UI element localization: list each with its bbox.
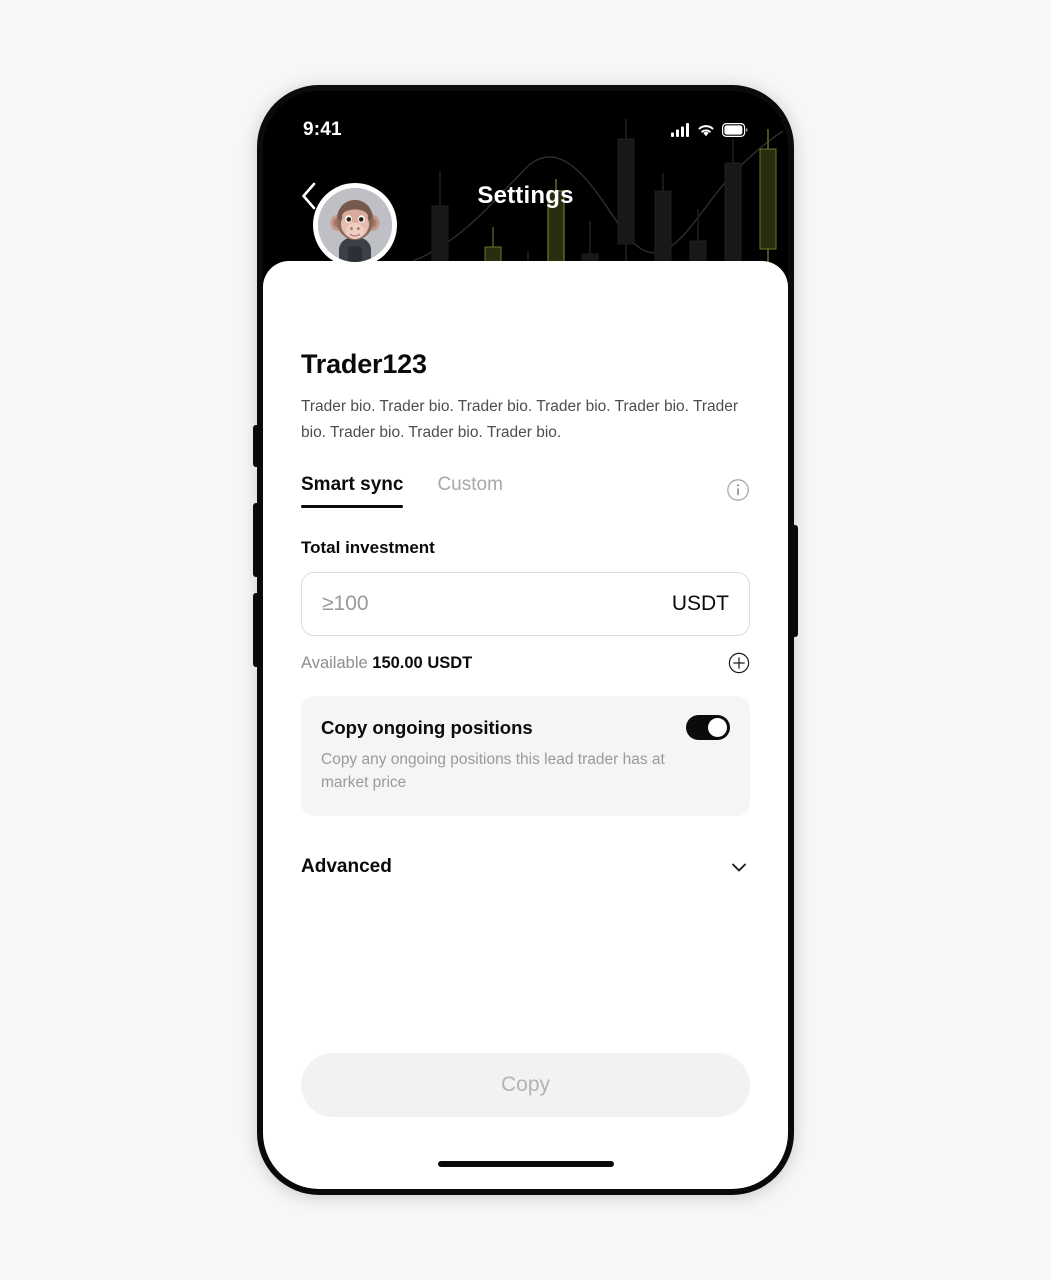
plus-circle-icon [728,652,750,674]
chevron-left-icon [301,182,315,210]
page-title: Settings [477,182,574,209]
info-circle-icon [727,479,749,501]
silent-switch-button[interactable] [253,425,259,467]
available-balance-row: Available 150.00 USDT [301,652,750,674]
total-investment-placeholder: ≥100 [322,592,369,616]
advanced-chevron [728,856,750,878]
available-balance: Available 150.00 USDT [301,654,472,673]
available-label: Available [301,653,368,672]
add-funds-button[interactable] [728,652,750,674]
copy-button[interactable]: Copy [301,1053,750,1117]
volume-down-button[interactable] [253,593,259,667]
copy-ongoing-positions-header: Copy ongoing positions [321,715,730,741]
advanced-section-toggle[interactable]: Advanced [301,856,750,878]
copy-ongoing-positions-card: Copy ongoing positions Copy any ongoing … [301,696,750,817]
currency-unit: USDT [671,592,729,616]
available-value: 150.00 USDT [372,653,473,672]
toggle-knob [708,718,727,738]
chevron-down-icon [732,863,746,872]
screenshot-root: 9:41 Settings Trader123 Trader bio. Trad… [0,0,1051,1280]
volume-up-button[interactable] [253,503,259,577]
power-button[interactable] [792,525,798,637]
back-button[interactable] [291,179,325,213]
wifi-icon [698,125,714,137]
advanced-label: Advanced [301,856,392,878]
mode-tabs: Smart sync Custom [301,474,750,530]
settings-sheet: Trader123 Trader bio. Trader bio. Trader… [263,183,788,1189]
cellular-signal-icon [671,123,689,137]
navigation-bar: Settings [263,171,788,221]
total-investment-label: Total investment [301,538,435,558]
copy-ongoing-positions-description: Copy any ongoing positions this lead tra… [321,751,665,791]
home-indicator [437,1161,614,1167]
tab-smart-sync[interactable]: Smart sync [301,474,404,509]
info-button[interactable] [726,478,750,502]
total-investment-input[interactable]: ≥100 USDT [301,572,750,637]
phone-screen: 9:41 Settings Trader123 Trader bio. Trad… [263,91,788,1189]
tab-custom[interactable]: Custom [437,474,502,508]
phone-frame: 9:41 Settings Trader123 Trader bio. Trad… [253,85,798,1195]
copy-ongoing-positions-toggle[interactable] [686,715,730,741]
copy-ongoing-positions-title: Copy ongoing positions [321,716,533,738]
trader-bio: Trader bio. Trader bio. Trader bio. Trad… [301,398,739,442]
status-bar-time: 9:41 [303,119,342,140]
status-bar-icons [671,123,748,137]
battery-icon [722,123,748,137]
trader-username: Trader123 [301,349,427,379]
status-bar: 9:41 [263,115,788,145]
